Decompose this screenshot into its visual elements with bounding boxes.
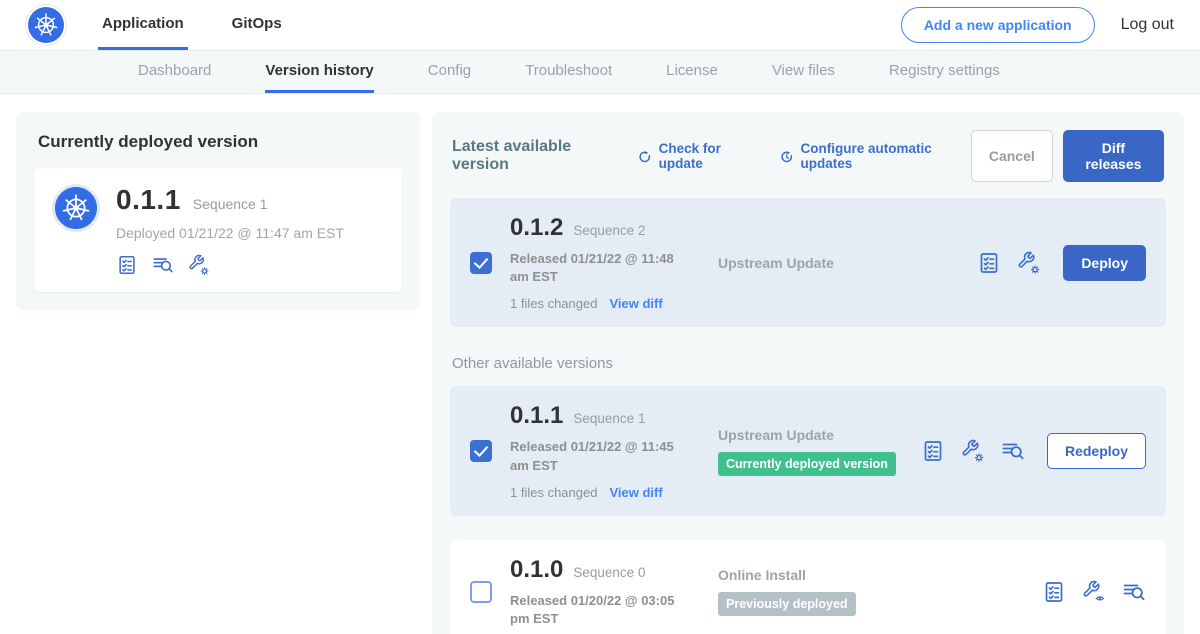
released-timestamp: Released 01/21/22 @ 11:45 am EST: [510, 438, 696, 474]
version-source-label: Online Install: [718, 567, 1042, 583]
tab-license[interactable]: License: [666, 51, 718, 93]
currently-deployed-title: Currently deployed version: [38, 132, 398, 152]
add-new-application-button[interactable]: Add a new application: [901, 7, 1095, 43]
top-navigation: Application GitOps Add a new application…: [0, 0, 1200, 50]
tab-dashboard[interactable]: Dashboard: [138, 51, 211, 93]
sequence-label: Sequence 2: [573, 223, 645, 238]
files-changed-label: 1 files changed: [510, 485, 597, 500]
released-timestamp: Released 01/21/22 @ 11:48 am EST: [510, 250, 696, 286]
app-logo-icon: [52, 184, 100, 232]
version-number: 0.1.2: [510, 214, 563, 242]
files-changed-label: 1 files changed: [510, 296, 597, 311]
edit-config-icon[interactable]: [188, 254, 210, 276]
tab-config[interactable]: Config: [428, 51, 471, 93]
preflight-checklist-icon[interactable]: [116, 254, 138, 276]
diff-releases-button[interactable]: Diff releases: [1063, 130, 1164, 182]
configure-automatic-updates-link[interactable]: Configure automatic updates: [779, 141, 971, 171]
edit-config-icon[interactable]: [1017, 251, 1041, 275]
deployed-version-number: 0.1.1: [116, 184, 181, 216]
version-checkbox[interactable]: [470, 252, 492, 274]
logout-link[interactable]: Log out: [1121, 16, 1174, 34]
view-diff-link[interactable]: View diff: [609, 485, 662, 500]
released-timestamp: Released 01/20/22 @ 03:05 pm EST: [510, 592, 696, 628]
latest-available-title: Latest available version: [452, 138, 617, 174]
available-versions-panel: Latest available version Check for updat…: [432, 112, 1184, 634]
tab-view-files[interactable]: View files: [772, 51, 835, 93]
cancel-button[interactable]: Cancel: [971, 130, 1053, 182]
app-sub-navigation: Dashboard Version history Config Trouble…: [0, 50, 1200, 94]
kubernetes-logo-icon: [26, 5, 66, 45]
tab-troubleshoot[interactable]: Troubleshoot: [525, 51, 612, 93]
deployed-sequence-label: Sequence 1: [193, 196, 268, 212]
deployed-timestamp: Deployed 01/21/22 @ 11:47 am EST: [116, 225, 344, 241]
preflight-checklist-icon[interactable]: [921, 439, 945, 463]
tab-application[interactable]: Application: [98, 0, 188, 50]
other-available-versions-title: Other available versions: [452, 355, 1164, 372]
tab-version-history[interactable]: Version history: [265, 51, 373, 93]
check-for-update-link[interactable]: Check for update: [637, 141, 759, 171]
version-source-label: Upstream Update: [718, 255, 977, 271]
version-number: 0.1.1: [510, 402, 563, 430]
version-number: 0.1.0: [510, 556, 563, 584]
currently-deployed-badge: Currently deployed version: [718, 452, 896, 476]
sequence-label: Sequence 0: [573, 565, 645, 580]
previously-deployed-badge: Previously deployed: [718, 592, 856, 616]
version-row-0-1-0: 0.1.0 Sequence 0 Released 01/20/22 @ 03:…: [450, 540, 1166, 634]
preflight-checklist-icon[interactable]: [1042, 580, 1066, 604]
edit-config-icon[interactable]: [961, 439, 985, 463]
tab-registry-settings[interactable]: Registry settings: [889, 51, 1000, 93]
preflight-checklist-icon[interactable]: [977, 251, 1001, 275]
version-source-label: Upstream Update: [718, 427, 921, 443]
currently-deployed-panel: Currently deployed version 0.1.1 Sequenc…: [16, 112, 420, 310]
deploy-logs-icon[interactable]: [1122, 580, 1146, 604]
view-config-icon[interactable]: [1082, 580, 1106, 604]
deploy-logs-icon[interactable]: [1001, 439, 1025, 463]
view-diff-link[interactable]: View diff: [609, 296, 662, 311]
version-checkbox[interactable]: [470, 440, 492, 462]
tab-gitops[interactable]: GitOps: [228, 0, 286, 50]
deploy-logs-icon[interactable]: [152, 254, 174, 276]
scheduled-update-icon: [779, 148, 795, 165]
version-row-0-1-1: 0.1.1 Sequence 1 Released 01/21/22 @ 11:…: [450, 386, 1166, 515]
deploy-button[interactable]: Deploy: [1063, 245, 1146, 281]
redeploy-button[interactable]: Redeploy: [1047, 433, 1146, 469]
deployed-version-card: 0.1.1 Sequence 1 Deployed 01/21/22 @ 11:…: [34, 168, 402, 292]
version-row-0-1-2: 0.1.2 Sequence 2 Released 01/21/22 @ 11:…: [450, 198, 1166, 327]
sequence-label: Sequence 1: [573, 411, 645, 426]
refresh-icon: [637, 148, 652, 165]
version-checkbox[interactable]: [470, 581, 492, 603]
